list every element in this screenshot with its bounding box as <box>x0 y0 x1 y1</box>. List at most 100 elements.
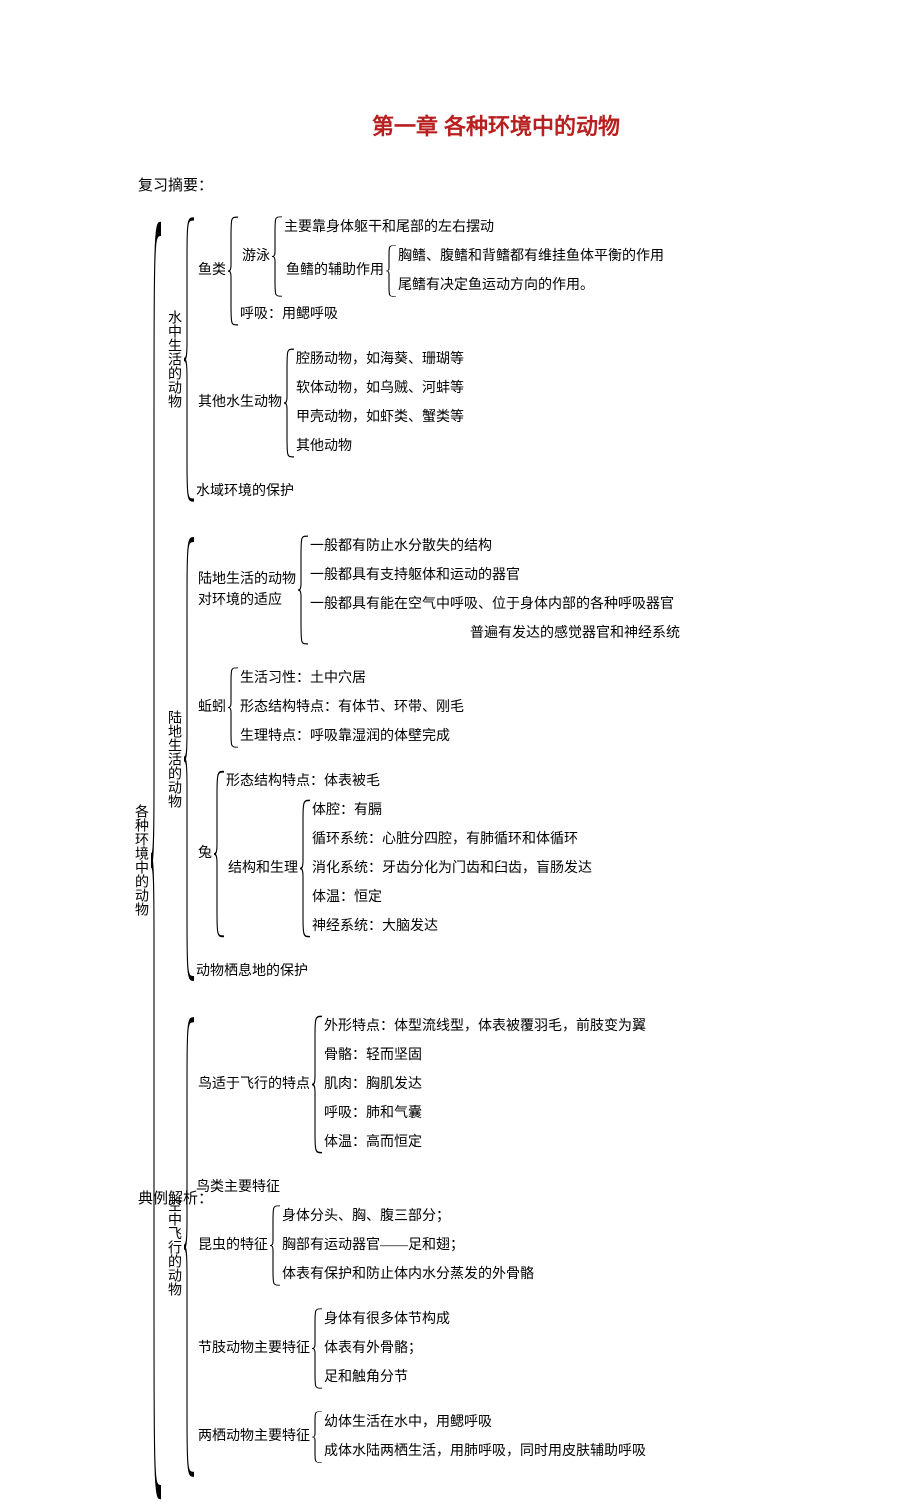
outline-leaf: 呼吸：肺和气囊 <box>324 1102 646 1125</box>
outline-node: 鸟适于飞行的特点外形特点：体型流线型，体表被覆羽毛，前肢变为翼骨骼：轻而坚固肌肉… <box>196 1015 646 1154</box>
outline-label: 鱼鳍的辅助作用 <box>284 260 386 281</box>
curly-brace-icon <box>312 1308 324 1389</box>
outline-leaf: 普遍有发达的感觉器官和神经系统 <box>310 622 680 645</box>
outline-children: 主要靠身体躯干和尾部的左右摆动鱼鳍的辅助作用胸鳍、腹鳍和背鳍都有维挂鱼体平衡的作… <box>284 216 664 297</box>
outline-node: 鱼鳍的辅助作用胸鳍、腹鳍和背鳍都有维挂鱼体平衡的作用尾鳍有决定鱼运动方向的作用。 <box>284 245 664 297</box>
outline-node: 其他水生动物腔肠动物，如海葵、珊瑚等软体动物，如乌贼、河蚌等甲壳动物，如虾类、蟹… <box>196 348 664 458</box>
curly-brace-icon <box>298 535 310 645</box>
curly-brace-icon <box>300 799 312 938</box>
outline-label: 各种环境中的动物 <box>130 802 151 918</box>
outline-root: 各种环境中的动物水中生活的动物鱼类游泳主要靠身体躯干和尾部的左右摆动鱼鳍的辅助作… <box>130 216 852 1505</box>
outline-children: 鱼类游泳主要靠身体躯干和尾部的左右摆动鱼鳍的辅助作用胸鳍、腹鳍和背鳍都有维挂鱼体… <box>196 216 664 503</box>
document-page: 第一章 各种环境中的动物 复习摘要： 各种环境中的动物水中生活的动物鱼类游泳主要… <box>0 0 920 1302</box>
outline-children: 陆地生活的动物对环境的适应一般都有防止水分散失的结构一般都具有支持躯体和运动的器… <box>196 535 680 983</box>
outline-leaf: 消化系统：牙齿分化为门齿和臼齿，盲肠发达 <box>312 857 592 880</box>
outline-leaf: 一般都有防止水分散失的结构 <box>310 535 680 558</box>
outline-label: 节肢动物主要特征 <box>196 1338 312 1359</box>
curly-brace-icon <box>184 535 196 983</box>
outline-label: 陆地生活的动物 <box>163 708 184 810</box>
outline-leaf: 主要靠身体躯干和尾部的左右摆动 <box>284 216 664 239</box>
outline-children: 身体分头、胸、腹三部分； 胸部有运动器官——足和翅； 体表有保护和防止体内水分蒸发的… <box>282 1205 534 1286</box>
outline-leaf: 幼体生活在水中，用鳃呼吸 <box>324 1411 646 1434</box>
outline-leaf: 体腔：有膈 <box>312 799 592 822</box>
outline-children: 形态结构特点：体表被毛结构和生理体腔：有膈循环系统：心脏分四腔，有肺循环和体循环… <box>226 770 592 938</box>
outline-label: 鱼类 <box>196 260 228 281</box>
outline-label: 两栖动物主要特征 <box>196 1426 312 1447</box>
outline-node: 各种环境中的动物水中生活的动物鱼类游泳主要靠身体躯干和尾部的左右摆动鱼鳍的辅助作… <box>130 216 852 1505</box>
outline-children: 一般都有防止水分散失的结构一般都具有支持躯体和运动的器官一般都具有能在空气中呼吸… <box>310 535 680 645</box>
outline-leaf: 身体分头、胸、腹三部分； <box>282 1205 534 1228</box>
curly-brace-icon <box>284 348 296 458</box>
outline-leaf: 体温：高而恒定 <box>324 1131 646 1154</box>
curly-brace-icon <box>272 216 284 297</box>
outline-node: 节肢动物主要特征身体有很多体节构成体表有外骨骼； 足和触角分节 <box>196 1308 646 1389</box>
outline-leaf: 生理特点：呼吸靠湿润的体壁完成 <box>240 725 464 748</box>
outline-node: 两栖动物主要特征幼体生活在水中，用鳃呼吸成体水陆两栖生活，用肺呼吸，同时用皮肤辅… <box>196 1411 646 1463</box>
outline-leaf: 甲壳动物，如虾类、蟹类等 <box>296 406 464 429</box>
outline-leaf: 肌肉：胸肌发达 <box>324 1073 646 1096</box>
outline-children: 身体有很多体节构成体表有外骨骼； 足和触角分节 <box>324 1308 450 1389</box>
outline-leaf: 腔肠动物，如海葵、珊瑚等 <box>296 348 464 371</box>
outline-children: 胸鳍、腹鳍和背鳍都有维挂鱼体平衡的作用尾鳍有决定鱼运动方向的作用。 <box>398 245 664 297</box>
outline-node: 水中生活的动物鱼类游泳主要靠身体躯干和尾部的左右摆动鱼鳍的辅助作用胸鳍、腹鳍和背… <box>163 216 680 503</box>
outline-leaf: 足和触角分节 <box>324 1366 450 1389</box>
curly-brace-icon <box>228 216 240 326</box>
outline-label: 游泳 <box>240 246 272 267</box>
outline-leaf: 尾鳍有决定鱼运动方向的作用。 <box>398 274 664 297</box>
outline-label: 陆地生活的动物对环境的适应 <box>196 569 298 611</box>
outline-node: 兔形态结构特点：体表被毛结构和生理体腔：有膈循环系统：心脏分四腔，有肺循环和体循… <box>196 770 680 938</box>
outline-label: 蚯蚓 <box>196 697 228 718</box>
outline-node: 陆地生活的动物对环境的适应一般都有防止水分散失的结构一般都具有支持躯体和运动的器… <box>196 535 680 645</box>
outline-children: 鸟适于飞行的特点外形特点：体型流线型，体表被覆羽毛，前肢变为翼骨骼：轻而坚固肌肉… <box>196 1015 646 1479</box>
outline-leaf: 呼吸：用鳃呼吸 <box>240 303 664 326</box>
outline-label: 昆虫的特征 <box>196 1235 270 1256</box>
outline-leaf: 动物栖息地的保护 <box>196 960 680 983</box>
outline-leaf: 一般都具有支持躯体和运动的器官 <box>310 564 680 587</box>
outline-leaf: 一般都具有能在空气中呼吸、位于身体内部的各种呼吸器官 <box>310 593 680 616</box>
outline-leaf: 循环系统：心脏分四腔，有肺循环和体循环 <box>312 828 592 851</box>
outline-node: 空中飞行的动物鸟适于飞行的特点外形特点：体型流线型，体表被覆羽毛，前肢变为翼骨骼… <box>163 1015 680 1479</box>
outline-leaf: 体表有保护和防止体内水分蒸发的外骨骼 <box>282 1263 534 1286</box>
outline-children: 体腔：有膈循环系统：心脏分四腔，有肺循环和体循环消化系统：牙齿分化为门齿和臼齿，… <box>312 799 592 938</box>
outline-leaf: 形态结构特点：有体节、环带、刚毛 <box>240 696 464 719</box>
outline-leaf: 软体动物，如乌贼、河蚌等 <box>296 377 464 400</box>
outline-node: 陆地生活的动物 陆地生活的动物对环境的适应一般都有防止水分散失的结构一般都具有支持… <box>163 535 680 983</box>
curly-brace-icon <box>184 216 196 503</box>
outline-children: 腔肠动物，如海葵、珊瑚等软体动物，如乌贼、河蚌等甲壳动物，如虾类、蟹类等其他动物 <box>296 348 464 458</box>
curly-brace-icon <box>228 667 240 748</box>
outline-leaf: 其他动物 <box>296 435 464 458</box>
outline-label: 结构和生理 <box>226 858 300 879</box>
outline-node: 昆虫的特征身体分头、胸、腹三部分； 胸部有运动器官——足和翅； 体表有保护和防止体内… <box>196 1205 646 1286</box>
outline-leaf: 体表有外骨骼； <box>324 1337 450 1360</box>
outline-children: 外形特点：体型流线型，体表被覆羽毛，前肢变为翼骨骼：轻而坚固肌肉：胸肌发达呼吸：… <box>324 1015 646 1154</box>
outline-leaf: 鸟类主要特征 <box>196 1176 646 1199</box>
outline-node: 结构和生理体腔：有膈循环系统：心脏分四腔，有肺循环和体循环消化系统：牙齿分化为门… <box>226 799 592 938</box>
outline-leaf: 生活习性：土中穴居 <box>240 667 464 690</box>
review-heading: 复习摘要： <box>138 175 852 198</box>
outline-label: 鸟适于飞行的特点 <box>196 1074 312 1095</box>
outline-leaf: 体温：恒定 <box>312 886 592 909</box>
outline-label: 其他水生动物 <box>196 392 284 413</box>
curly-brace-icon <box>270 1205 282 1286</box>
example-heading: 典例解析： <box>138 1188 213 1211</box>
outline-children: 生活习性：土中穴居形态结构特点：有体节、环带、刚毛生理特点：呼吸靠湿润的体壁完成 <box>240 667 464 748</box>
outline-leaf: 骨骼：轻而坚固 <box>324 1044 646 1067</box>
outline-leaf: 胸部有运动器官——足和翅； <box>282 1234 534 1257</box>
outline-leaf: 成体水陆两栖生活，用肺呼吸，同时用皮肤辅助呼吸 <box>324 1440 646 1463</box>
outline-children: 幼体生活在水中，用鳃呼吸成体水陆两栖生活，用肺呼吸，同时用皮肤辅助呼吸 <box>324 1411 646 1463</box>
outline-label: 兔 <box>196 843 214 864</box>
outline-leaf: 外形特点：体型流线型，体表被覆羽毛，前肢变为翼 <box>324 1015 646 1038</box>
curly-brace-icon <box>312 1411 324 1463</box>
outline-children: 水中生活的动物鱼类游泳主要靠身体躯干和尾部的左右摆动鱼鳍的辅助作用胸鳍、腹鳍和背… <box>163 216 680 1505</box>
curly-brace-icon <box>312 1015 324 1154</box>
outline-leaf: 胸鳍、腹鳍和背鳍都有维挂鱼体平衡的作用 <box>398 245 664 268</box>
curly-brace-icon <box>151 216 163 1505</box>
curly-brace-icon <box>214 770 226 938</box>
curly-brace-icon <box>184 1015 196 1479</box>
outline-node: 鱼类游泳主要靠身体躯干和尾部的左右摆动鱼鳍的辅助作用胸鳍、腹鳍和背鳍都有维挂鱼体… <box>196 216 664 326</box>
outline-node: 游泳主要靠身体躯干和尾部的左右摆动鱼鳍的辅助作用胸鳍、腹鳍和背鳍都有维挂鱼体平衡… <box>240 216 664 297</box>
outline-label: 水中生活的动物 <box>163 308 184 410</box>
outline-node: 蚯蚓生活习性：土中穴居形态结构特点：有体节、环带、刚毛生理特点：呼吸靠湿润的体壁… <box>196 667 680 748</box>
outline-leaf: 身体有很多体节构成 <box>324 1308 450 1331</box>
outline-label: 空中飞行的动物 <box>163 1196 184 1298</box>
